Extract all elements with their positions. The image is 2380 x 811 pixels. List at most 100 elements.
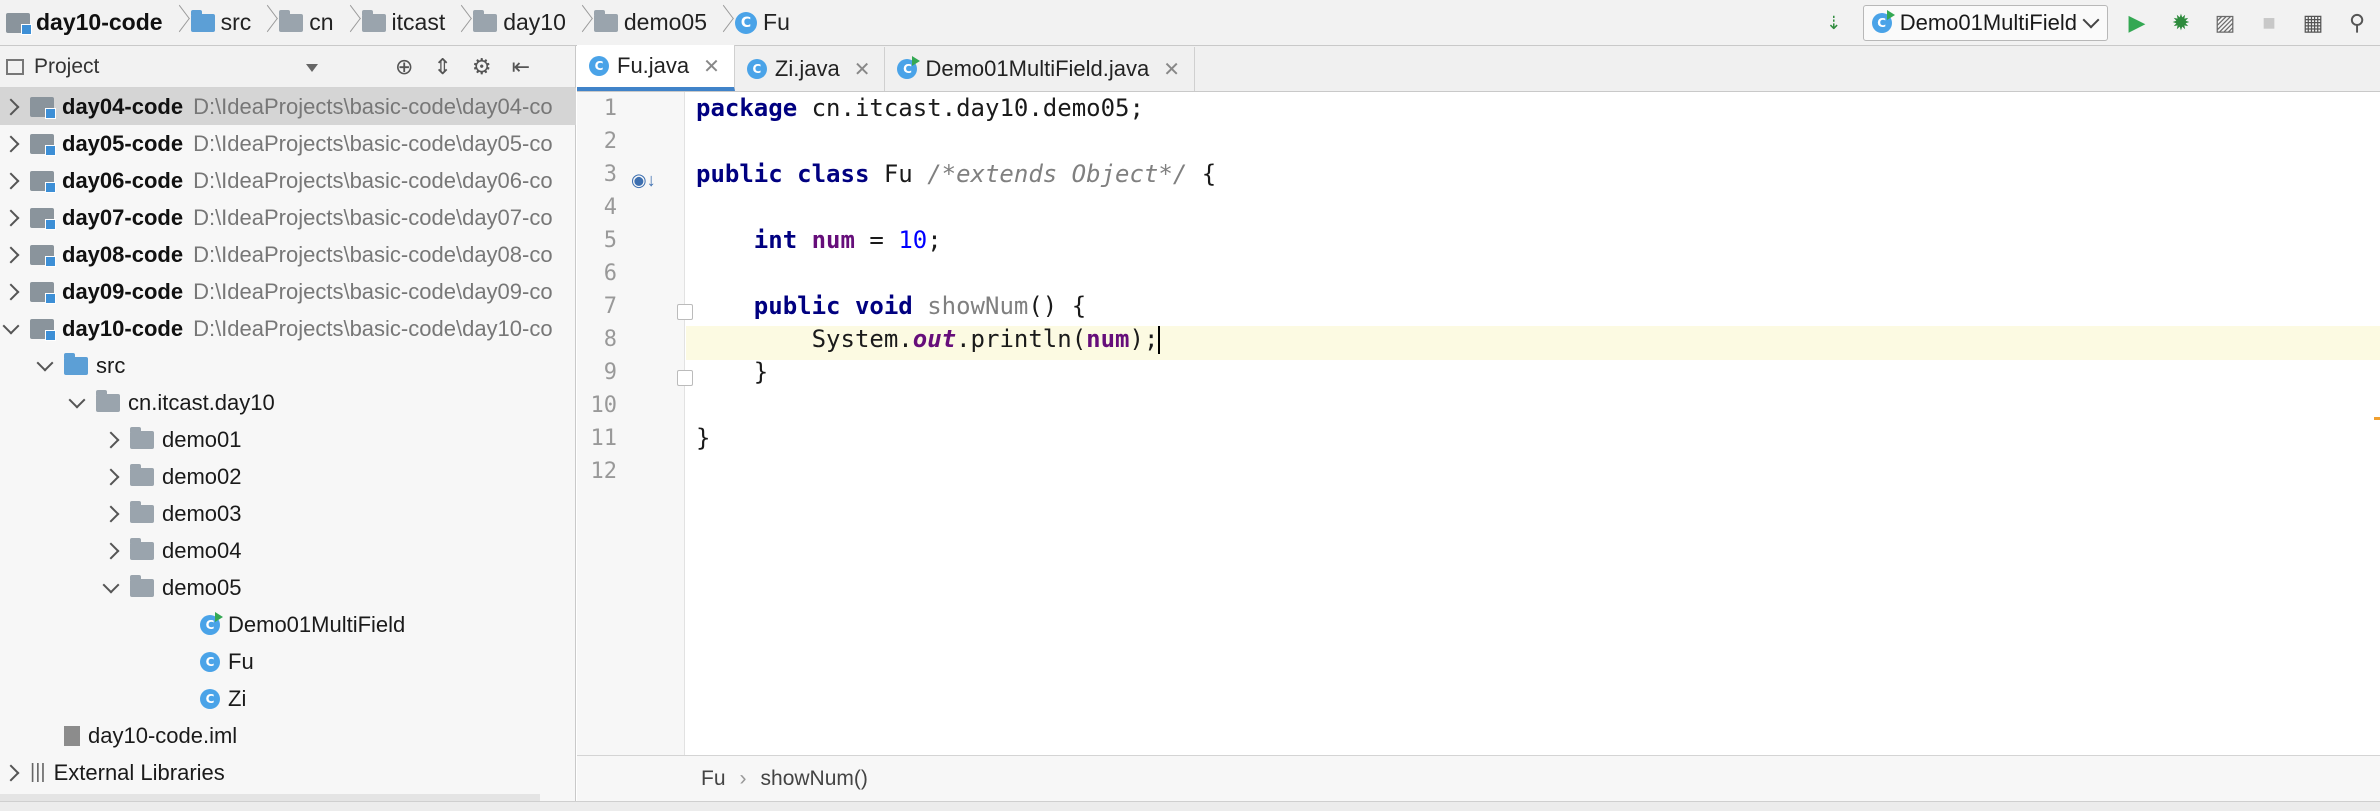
chevron-right-icon[interactable] bbox=[100, 505, 122, 522]
chevron-right-icon[interactable] bbox=[0, 283, 22, 300]
libraries-icon: ||| bbox=[30, 761, 46, 783]
project-view-title[interactable]: Project bbox=[34, 55, 99, 79]
code-line-3: public class Fu /*extends Object*/ { bbox=[696, 158, 1216, 191]
run-icon[interactable]: ▶ bbox=[2122, 8, 2152, 38]
run-configuration-label: Demo01MultiField bbox=[1899, 10, 2077, 35]
tree-item[interactable]: day04-code D:\IdeaProjects\basic-code\day… bbox=[0, 88, 576, 125]
chevron-right-icon[interactable] bbox=[0, 246, 22, 263]
chevron-right-icon[interactable] bbox=[0, 764, 22, 781]
tree-item[interactable]: src bbox=[0, 347, 576, 384]
line-number: 2 bbox=[603, 129, 617, 154]
project-tree[interactable]: day04-code D:\IdeaProjects\basic-code\day… bbox=[0, 88, 576, 791]
chevron-right-icon[interactable] bbox=[0, 172, 22, 189]
tree-item[interactable]: day07-code D:\IdeaProjects\basic-code\day… bbox=[0, 199, 576, 236]
breadcrumb-demo05[interactable]: demo05 bbox=[588, 0, 713, 46]
chevron-right-icon[interactable] bbox=[100, 431, 122, 448]
tree-item[interactable]: C Zi bbox=[0, 680, 576, 717]
tree-item-label: demo01 bbox=[162, 426, 242, 452]
collapse-all-icon[interactable]: ⇕ bbox=[433, 54, 451, 80]
sort-icon[interactable]: ⇣ bbox=[1819, 8, 1849, 38]
close-icon[interactable]: ✕ bbox=[1163, 57, 1180, 82]
code-text: = bbox=[854, 226, 899, 254]
stop-icon[interactable]: ■ bbox=[2254, 8, 2284, 38]
debug-icon[interactable]: ✹ bbox=[2166, 8, 2196, 38]
project-structure-icon[interactable]: ▦ bbox=[2298, 8, 2328, 38]
overridden-method-icon[interactable]: ◉↓ bbox=[631, 170, 656, 191]
class-icon: C bbox=[589, 56, 609, 76]
chevron-right-icon[interactable] bbox=[0, 135, 22, 152]
tree-item[interactable]: day09-code D:\IdeaProjects\basic-code\day… bbox=[0, 273, 576, 310]
breadcrumb-label: cn bbox=[309, 9, 334, 35]
close-icon[interactable]: ✕ bbox=[703, 54, 720, 79]
breadcrumb-method[interactable]: showNum() bbox=[761, 767, 868, 791]
tree-item[interactable]: C Fu bbox=[0, 643, 576, 680]
tree-item[interactable]: demo01 bbox=[0, 421, 576, 458]
tab-fu-java[interactable]: C Fu.java ✕ bbox=[577, 45, 735, 91]
chevron-down-icon[interactable] bbox=[66, 391, 88, 408]
chevron-down-icon[interactable] bbox=[34, 354, 56, 371]
fold-marker-icon[interactable] bbox=[677, 370, 693, 386]
tree-item[interactable]: ||| External Libraries bbox=[0, 754, 576, 791]
code-editor[interactable]: 1 2 3 4 5 6 7 8 9 10 11 12 ◉↓ package cn… bbox=[577, 92, 2380, 755]
run-toolbar: ⇣ C Demo01MultiField ▶ ✹ ▨ ■ ▦ ⚲ bbox=[1819, 0, 2380, 46]
coverage-icon[interactable]: ▨ bbox=[2210, 8, 2240, 38]
tree-item-label: demo02 bbox=[162, 463, 242, 489]
keyword: int bbox=[753, 226, 798, 254]
iml-file-icon bbox=[64, 725, 80, 746]
class-name: Fu bbox=[869, 160, 928, 188]
method-name: showNum bbox=[927, 292, 1029, 320]
error-stripe-marker[interactable] bbox=[2374, 417, 2380, 420]
tree-item[interactable]: day08-code D:\IdeaProjects\basic-code\day… bbox=[0, 236, 576, 273]
locate-icon[interactable]: ⊕ bbox=[395, 54, 413, 80]
line-number: 12 bbox=[590, 459, 618, 484]
chevron-down-icon bbox=[2082, 11, 2100, 29]
status-bar bbox=[0, 801, 2380, 811]
chevron-right-icon[interactable] bbox=[0, 98, 22, 115]
fold-marker-icon[interactable] bbox=[677, 304, 693, 320]
tree-item[interactable]: day10-code D:\IdeaProjects\basic-code\day… bbox=[0, 310, 576, 347]
tab-label: Fu.java bbox=[617, 53, 690, 78]
close-icon[interactable]: ✕ bbox=[854, 57, 871, 82]
tree-item[interactable]: demo03 bbox=[0, 495, 576, 532]
hide-panel-icon[interactable]: ⇤ bbox=[512, 54, 530, 80]
project-view-icon bbox=[6, 58, 24, 75]
tab-zi-java[interactable]: C Zi.java ✕ bbox=[735, 47, 886, 91]
class-icon: C bbox=[200, 651, 220, 672]
code-text: () { bbox=[1028, 292, 1087, 320]
breadcrumb-class[interactable]: Fu bbox=[701, 767, 726, 791]
breadcrumb-label: day10 bbox=[503, 9, 566, 35]
field-name: num bbox=[1086, 325, 1130, 353]
chevron-right-icon[interactable] bbox=[100, 468, 122, 485]
chevron-right-icon[interactable] bbox=[0, 209, 22, 226]
search-icon[interactable]: ⚲ bbox=[2342, 8, 2372, 38]
tree-item[interactable]: C Demo01MultiField bbox=[0, 606, 576, 643]
tree-item-path: D:\IdeaProjects\basic-code\day04-co bbox=[193, 93, 553, 119]
breadcrumb-src[interactable]: src bbox=[185, 0, 258, 46]
breadcrumb-fu[interactable]: C Fu bbox=[729, 0, 796, 46]
tree-item[interactable]: cn.itcast.day10 bbox=[0, 384, 576, 421]
tab-demo01multifield-java[interactable]: C Demo01MultiField.java ✕ bbox=[885, 47, 1196, 91]
tree-item[interactable]: demo04 bbox=[0, 532, 576, 569]
gear-icon[interactable]: ⚙ bbox=[472, 54, 492, 80]
breadcrumb-module[interactable]: day10-code bbox=[0, 0, 169, 46]
chevron-down-icon[interactable] bbox=[0, 317, 22, 334]
breadcrumb-cn[interactable]: cn bbox=[273, 0, 339, 46]
tree-item[interactable]: day10-code.iml bbox=[0, 717, 576, 754]
tree-item[interactable]: day06-code D:\IdeaProjects\basic-code\day… bbox=[0, 162, 576, 199]
tree-item-path: D:\IdeaProjects\basic-code\day09-co bbox=[193, 278, 553, 304]
breadcrumb-day10[interactable]: day10 bbox=[467, 0, 572, 46]
class-icon: C bbox=[735, 11, 758, 34]
tree-item[interactable]: demo02 bbox=[0, 458, 576, 495]
chevron-down-icon[interactable] bbox=[100, 576, 122, 593]
breadcrumb-separator bbox=[169, 0, 185, 46]
chevron-down-icon[interactable] bbox=[306, 64, 318, 72]
line-number: 6 bbox=[603, 261, 617, 286]
run-configuration-select[interactable]: C Demo01MultiField bbox=[1862, 5, 2108, 41]
code-text: .println( bbox=[956, 325, 1087, 353]
tree-item[interactable]: day05-code D:\IdeaProjects\basic-code\day… bbox=[0, 125, 576, 162]
breadcrumb-itcast[interactable]: itcast bbox=[356, 0, 452, 46]
module-icon bbox=[30, 207, 56, 230]
line-number: 1 bbox=[603, 96, 617, 121]
chevron-right-icon[interactable] bbox=[100, 542, 122, 559]
tree-item[interactable]: demo05 bbox=[0, 569, 576, 606]
